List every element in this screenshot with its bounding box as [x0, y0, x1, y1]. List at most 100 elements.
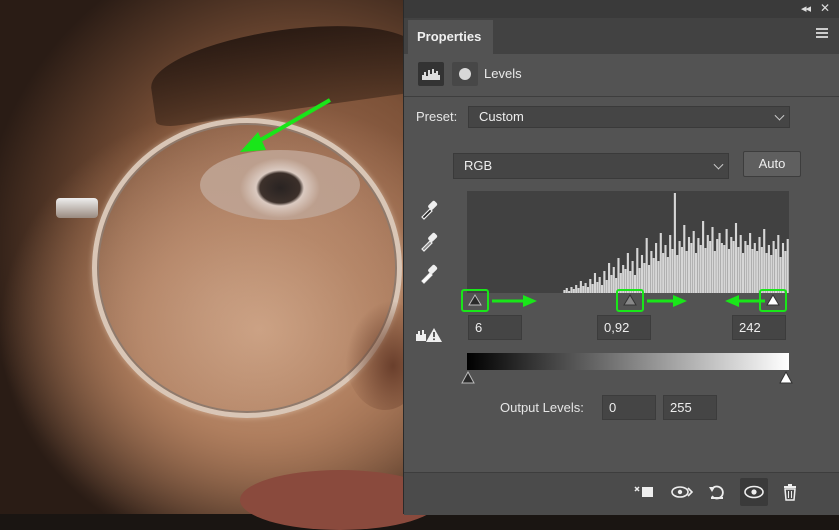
histogram-bar	[699, 245, 702, 293]
panel-top-strip: ◂◂ ✕	[404, 0, 839, 18]
input-black-field[interactable]: 6	[468, 315, 522, 340]
histogram-bar	[725, 229, 728, 293]
histogram-bar	[720, 243, 723, 293]
histogram-bar	[730, 237, 733, 293]
histogram-bar	[732, 241, 735, 293]
gamma-input-slider[interactable]	[616, 289, 644, 312]
histogram-bar	[706, 235, 709, 293]
visibility-eye-icon[interactable]	[740, 478, 768, 506]
histogram-bar	[709, 241, 712, 293]
arrow-right-annotation	[492, 295, 537, 307]
tab-bar: Properties	[404, 18, 839, 54]
layer-mask-icon[interactable]	[452, 62, 478, 86]
auto-button[interactable]: Auto	[743, 151, 801, 177]
output-black-field[interactable]: 0	[602, 395, 656, 420]
histogram-bar	[687, 237, 691, 293]
histogram-bar	[744, 241, 747, 293]
histogram-bar	[664, 245, 667, 293]
histogram-bar	[781, 243, 785, 293]
histogram-bar	[678, 241, 681, 293]
properties-panel: ◂◂ ✕ Properties Levels Preset: Custom RG…	[403, 0, 839, 515]
black-point-eyedropper-icon[interactable]	[418, 198, 440, 220]
histogram-bar	[751, 249, 754, 293]
histogram-bar	[645, 238, 648, 293]
histogram-bar	[772, 241, 775, 293]
histogram-bar	[685, 251, 688, 293]
histogram-bar	[767, 245, 770, 293]
levels-histogram-icon[interactable]	[418, 62, 444, 86]
close-icon[interactable]: ✕	[820, 1, 830, 15]
histogram-bar	[746, 245, 749, 293]
histogram-bar	[777, 235, 780, 293]
histogram-bar	[702, 221, 705, 293]
histogram-bar	[760, 247, 763, 293]
channel-dropdown[interactable]: RGB	[453, 153, 729, 179]
histogram-bar	[763, 229, 766, 293]
output-levels-label: Output Levels:	[500, 400, 584, 415]
histogram-bar	[758, 237, 761, 293]
histogram-bar	[683, 225, 686, 293]
histogram-bar	[697, 238, 700, 293]
tab-properties[interactable]: Properties	[408, 20, 493, 54]
gray-point-eyedropper-icon[interactable]	[418, 230, 440, 252]
histogram-bar	[737, 247, 740, 293]
histogram-bar	[655, 243, 658, 293]
histogram-bar	[774, 249, 778, 293]
annotation-arrow-eye	[240, 98, 331, 152]
histogram-bar	[734, 223, 738, 293]
collapse-icon[interactable]: ◂◂	[801, 2, 811, 15]
input-gamma-field[interactable]: 0,92	[597, 315, 651, 340]
histogram-bar	[626, 253, 629, 293]
chevron-down-icon	[774, 110, 785, 121]
view-previous-state-icon[interactable]	[668, 478, 696, 506]
histogram-bar	[727, 249, 731, 293]
output-black-slider[interactable]	[461, 370, 475, 384]
histogram-bar	[739, 235, 742, 293]
histogram-bar	[662, 253, 665, 293]
histogram-bar	[784, 251, 787, 293]
histogram-bar	[680, 247, 683, 293]
clipping-warning-icon[interactable]	[414, 325, 444, 345]
histogram-bar	[786, 239, 789, 293]
histogram-bar	[694, 253, 698, 293]
clip-to-layer-icon[interactable]	[630, 478, 658, 506]
histogram-bar	[753, 243, 756, 293]
chevron-down-icon	[713, 159, 724, 170]
black-input-slider[interactable]	[461, 289, 489, 312]
delete-trash-icon[interactable]	[776, 478, 804, 506]
output-level-sliders[interactable]	[459, 370, 799, 386]
histogram-bar	[671, 249, 674, 293]
histogram-bar	[659, 233, 662, 293]
input-level-sliders[interactable]	[459, 288, 804, 316]
channel-value: RGB	[464, 158, 493, 173]
levels-histogram	[467, 191, 789, 293]
histogram-bar	[765, 253, 768, 293]
histogram-bar	[756, 251, 759, 293]
adjustment-title: Levels	[484, 66, 522, 81]
histogram-bar	[669, 235, 672, 293]
panel-footer	[404, 472, 839, 515]
preset-dropdown[interactable]: Custom	[468, 106, 790, 128]
histogram-bar	[636, 248, 639, 293]
histogram-bar	[692, 231, 695, 293]
histogram-bar	[718, 233, 721, 293]
preset-value: Custom	[479, 109, 524, 124]
panel-menu-icon[interactable]	[816, 28, 828, 40]
white-point-eyedropper-icon[interactable]	[418, 262, 440, 284]
histogram-bar	[741, 253, 745, 293]
output-gradient-bar	[467, 353, 789, 370]
histogram-bar	[716, 239, 719, 293]
reset-icon[interactable]	[703, 478, 731, 506]
histogram-bar	[690, 243, 693, 293]
histogram-bar	[713, 251, 716, 293]
histogram-bar	[711, 227, 714, 293]
preset-label: Preset:	[416, 109, 458, 124]
histogram-bar	[673, 193, 676, 293]
output-white-slider[interactable]	[779, 370, 793, 384]
histogram-bar	[723, 245, 726, 293]
arrow-right-annotation	[647, 295, 687, 307]
histogram-bar	[749, 233, 752, 293]
output-white-field[interactable]: 255	[663, 395, 717, 420]
input-white-field[interactable]: 242	[732, 315, 786, 340]
glasses-temple	[56, 198, 98, 218]
